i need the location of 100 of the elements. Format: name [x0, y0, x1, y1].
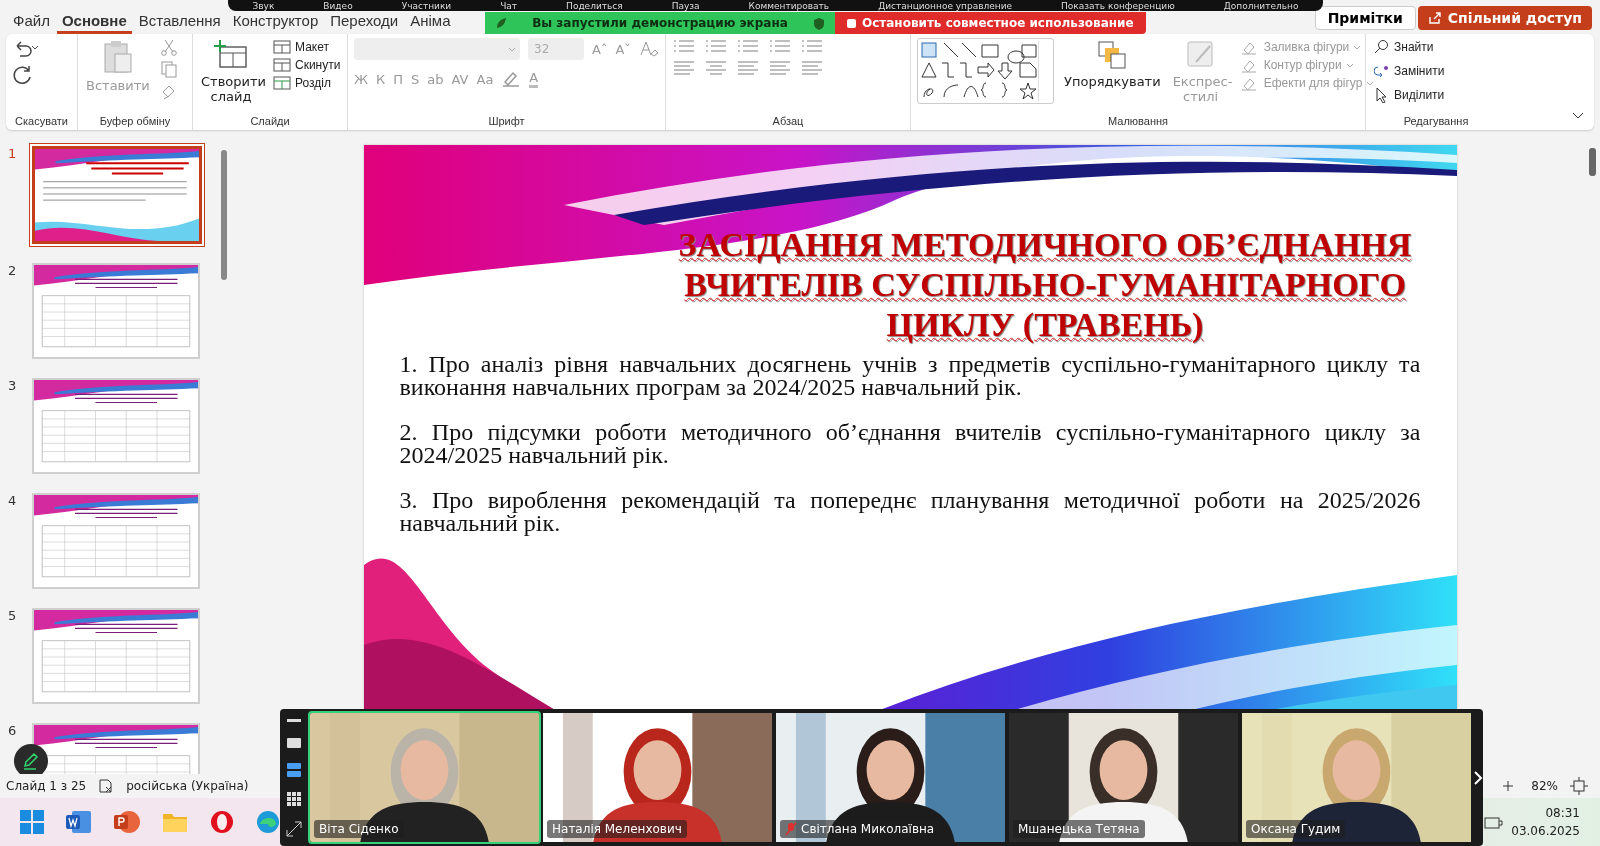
agenda-item: 2. Про підсумки роботи методичного об’єднання вчителів суспільно-гуманітарного циклу за 2024/2025 навчальний рік.: [399, 421, 1421, 467]
stop-sharing-button[interactable]: Остановить совместное использование: [835, 12, 1146, 34]
caret-icon: [1345, 62, 1354, 68]
pen-icon: [22, 752, 40, 770]
expand-icon[interactable]: [286, 820, 302, 837]
grid-view-icon[interactable]: [287, 791, 301, 806]
minimize-icon[interactable]: [287, 718, 301, 723]
agenda-item: 3. Про вироблення рекомендацій та попереднє планування методичної роботи на 2025/2026 навчальний рік.: [399, 489, 1421, 535]
ribbon-tab[interactable]: Конструктор: [227, 12, 324, 34]
slide-number: 5: [8, 608, 18, 623]
slide-title: ЗАСІДАННЯ МЕТОДИЧНОГО ОБ’ЄДНАННЯ ВЧИТЕЛІВ СУСПІЛЬНО-ГУМАНІТАРНОГО ЦИКЛУ (ТРАВЕНЬ): [677, 225, 1413, 345]
muted-microphone-icon: [785, 822, 797, 836]
zoom-level[interactable]: 82%: [1531, 779, 1558, 793]
meeting-toolbar-item[interactable]: Чат: [500, 0, 518, 11]
pen-button[interactable]: [14, 744, 48, 774]
group-label: Редагування: [1402, 115, 1470, 128]
speaker-view-icon[interactable]: [287, 737, 301, 748]
clock-date[interactable]: 03.06.2025: [1511, 822, 1580, 840]
edge-browser-icon[interactable]: [256, 810, 280, 834]
video-tile[interactable]: Світлана Миколаївна: [774, 711, 1007, 844]
slide-number: 2: [8, 263, 18, 278]
paste-icon: [102, 40, 133, 74]
spellcheck-icon[interactable]: [98, 778, 115, 794]
highlighter-icon: [501, 70, 522, 88]
group-label: Слайди: [249, 115, 291, 128]
slide-number: 4: [8, 493, 18, 508]
scrollbar-thumb[interactable]: [221, 150, 227, 280]
meeting-toolbar-item[interactable]: Пауза: [671, 0, 700, 11]
ribbon-tab[interactable]: Вставлення: [133, 12, 226, 34]
slide-position: Слайд 1 з 25: [6, 779, 87, 793]
group-label: Малювання: [1107, 115, 1169, 128]
share-icon: [1427, 11, 1442, 25]
scrollbar-thumb[interactable]: [1589, 148, 1596, 176]
language-label[interactable]: російська (Україна): [126, 779, 249, 793]
leaf-icon: [495, 17, 507, 29]
arrange-icon: [1097, 40, 1128, 70]
ribbon-tab[interactable]: Файл: [8, 12, 55, 34]
slides-menu-button[interactable]: Скинути: [271, 56, 343, 74]
meeting-toolbar-item[interactable]: Показать конференцию: [1061, 0, 1175, 11]
caret-icon: [508, 46, 516, 52]
agenda-item: 1. Про аналіз рівня навчальних досягнень учнів з предметів суспільно-гуманітарного циклу та виконання навчальних програм за 2024/2025 навчальний рік.: [399, 353, 1421, 399]
notes-button[interactable]: Примітки: [1314, 6, 1416, 30]
participant-name: Віта Сіденко: [314, 820, 404, 838]
reset-icon: [273, 57, 291, 73]
redo-icon[interactable]: [12, 64, 34, 86]
fit-slide-icon[interactable]: [1570, 777, 1588, 795]
meeting-toolbar-item[interactable]: Дополнительно: [1223, 0, 1299, 11]
cut-icon: [159, 38, 178, 56]
section-icon: [273, 75, 291, 91]
editing-button[interactable]: Знайти: [1372, 38, 1436, 56]
group-label: Буфер обміну: [98, 115, 172, 128]
share-button[interactable]: Спільний доступ: [1417, 6, 1592, 30]
chevron-right-icon: [1473, 769, 1483, 786]
meeting-toolbar-item[interactable]: Видео: [323, 0, 353, 11]
shapes-icon: [920, 41, 1038, 101]
participant-name: Мшанецька Тетяна: [1013, 820, 1145, 838]
meeting-toolbar-item[interactable]: Звук: [252, 0, 275, 11]
new-slide-button[interactable]: Створити слайд: [199, 38, 263, 106]
search-icon: [1374, 39, 1390, 55]
slide-number: 1: [8, 146, 18, 161]
shield-icon: [813, 16, 825, 30]
group-label: Шрифт: [487, 115, 526, 128]
layout-icon: [273, 39, 291, 55]
video-tile[interactable]: Мшанецька Тетяна: [1007, 711, 1240, 844]
strip-view-icon[interactable]: [287, 762, 301, 777]
shapes-gallery[interactable]: [917, 38, 1054, 104]
meeting-toolbar-item[interactable]: Дистанционное управление: [878, 0, 1013, 11]
group-label: Скасувати: [14, 115, 69, 128]
slide-thumbnail[interactable]: [32, 146, 202, 244]
participant-name: Наталія Меленхович: [547, 820, 687, 838]
participant-name: Оксана Гудим: [1246, 820, 1346, 838]
brush-icon: [1185, 40, 1216, 70]
meeting-toolbar-item[interactable]: Комментировать: [748, 0, 830, 11]
video-tile[interactable]: Віта Сіденко: [308, 711, 541, 844]
slide-number: 3: [8, 378, 18, 393]
ribbon-tab[interactable]: Переходи: [325, 12, 404, 34]
clear-formatting-icon: [638, 40, 659, 58]
copy-icon: [159, 60, 178, 78]
slide-number: 6: [8, 723, 18, 738]
powerpoint-app-icon[interactable]: [114, 809, 140, 835]
video-tile[interactable]: Оксана Гудим: [1240, 711, 1473, 844]
caret-icon: [1353, 44, 1362, 50]
video-tile[interactable]: Наталія Меленхович: [541, 711, 774, 844]
meeting-toolbar-item[interactable]: Участники: [401, 0, 452, 11]
group-label: Абзац: [771, 115, 805, 128]
word-app-icon[interactable]: [66, 810, 92, 834]
zoom-in-icon[interactable]: [1503, 781, 1514, 791]
meeting-toolbar-item[interactable]: Поделиться: [566, 0, 623, 11]
slides-menu-button[interactable]: Макет: [271, 38, 331, 56]
clock-time[interactable]: 08:31: [1545, 804, 1580, 822]
stop-icon: [847, 18, 856, 28]
opera-browser-icon[interactable]: [210, 810, 234, 834]
caret-icon: [1366, 80, 1375, 86]
arrange-button[interactable]: Упорядкувати: [1062, 38, 1163, 91]
windows-start-icon[interactable]: [20, 810, 44, 834]
ribbon-tab[interactable]: Аніма: [405, 12, 456, 34]
sharing-message: Вы запустили демонстрацию экрана: [532, 16, 788, 30]
slides-menu-button[interactable]: Розділ: [271, 74, 333, 92]
new-slide-icon: [214, 40, 248, 70]
collapse-ribbon-icon[interactable]: [1572, 112, 1584, 120]
